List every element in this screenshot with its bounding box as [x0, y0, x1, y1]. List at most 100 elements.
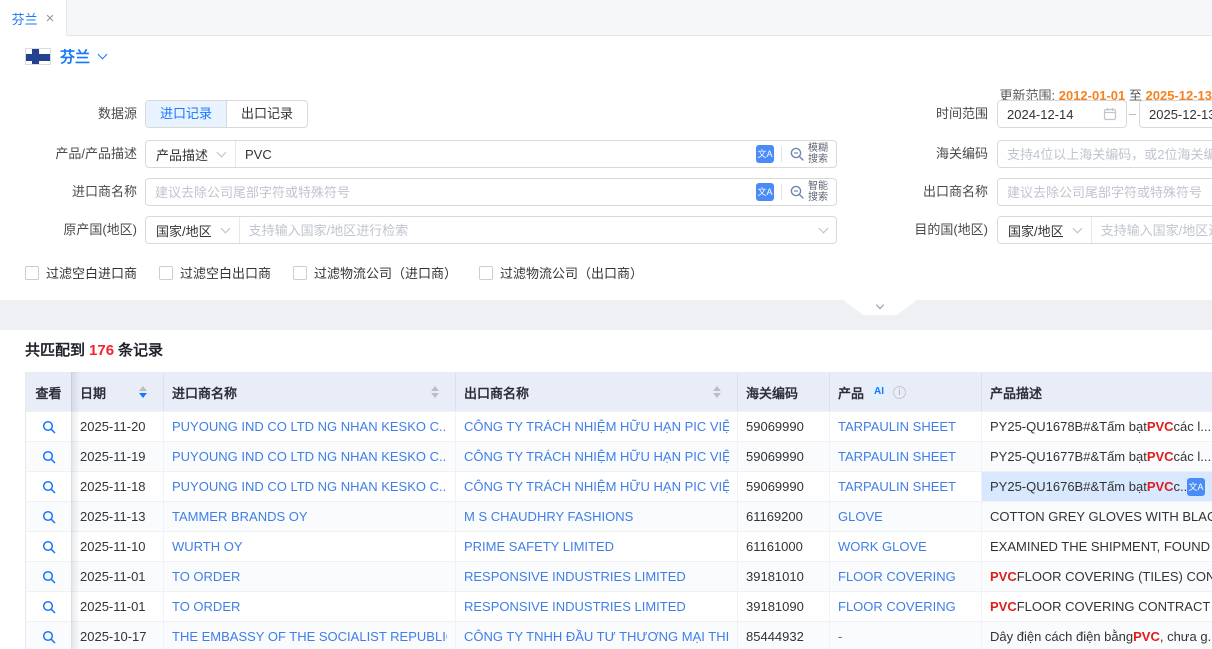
product-link[interactable]: GLOVE: [838, 509, 883, 524]
importer-link[interactable]: TAMMER BRANDS OY: [172, 509, 308, 524]
header-importer[interactable]: 进口商名称: [164, 373, 456, 411]
exporter-cell: CÔNG TY TRÁCH NHIỆM HỮU HẠN PIC VIỆ...: [456, 442, 738, 471]
exporter-link[interactable]: CÔNG TY TRÁCH NHIỆM HỮU HẠN PIC VIỆ...: [464, 479, 729, 494]
translate-icon[interactable]: 文A: [1187, 478, 1205, 496]
exporter-cell: CÔNG TY TNHH ĐẦU TƯ THƯƠNG MẠI THI...: [456, 622, 738, 649]
destination-country-input[interactable]: [1092, 217, 1212, 243]
view-detail-button[interactable]: [26, 622, 72, 649]
importer-link[interactable]: THE EMBASSY OF THE SOCIALIST REPUBLIC...: [172, 629, 447, 644]
filter-checkbox[interactable]: 过滤物流公司（进口商）: [293, 263, 457, 282]
view-detail-button[interactable]: [26, 592, 72, 621]
exporter-cell: RESPONSIVE INDUSTRIES LIMITED: [456, 562, 738, 591]
data-source-option[interactable]: 进口记录: [146, 101, 226, 127]
checkbox-box-icon[interactable]: [479, 266, 493, 280]
hs-code-cell: 59069990: [738, 442, 830, 471]
description-cell: Dây điện cách điện bằng PVC, chưa g...: [982, 622, 1212, 649]
header-date[interactable]: 日期: [72, 373, 164, 411]
date-cell: 2025-11-19: [72, 442, 164, 471]
importer-cell: TAMMER BRANDS OY: [164, 502, 456, 531]
translate-icon[interactable]: 文A: [756, 145, 774, 163]
importer-name-input[interactable]: [146, 179, 748, 205]
keyword-highlight: PVC: [990, 569, 1017, 584]
translate-icon[interactable]: 文A: [756, 183, 774, 201]
checkbox-label: 过滤空白出口商: [180, 263, 271, 282]
origin-country-label: 原产国(地区): [7, 216, 137, 244]
product-link[interactable]: FLOOR COVERING: [838, 569, 956, 584]
product-type-select[interactable]: 产品描述: [146, 141, 236, 167]
table-row: 2025-11-18PUYOUNG IND CO LTD NG NHAN KES…: [26, 471, 1212, 501]
exporter-link[interactable]: PRIME SAFETY LIMITED: [464, 539, 614, 554]
product-link[interactable]: TARPAULIN SHEET: [838, 449, 956, 464]
description-cell: EXAMINED THE SHIPMENT, FOUND ...: [982, 532, 1212, 561]
importer-link[interactable]: PUYOUNG IND CO LTD NG NHAN KESKO C...: [172, 479, 447, 494]
view-detail-button[interactable]: [26, 502, 72, 531]
description-cell: COTTON GREY GLOVES WITH BLACK...: [982, 502, 1212, 531]
fuzzy-search-button[interactable]: 模糊 搜索: [789, 144, 828, 165]
header-exporter[interactable]: 出口商名称: [456, 373, 738, 411]
data-source-option[interactable]: 出口记录: [226, 101, 307, 127]
destination-country-select[interactable]: 国家/地区: [998, 217, 1092, 243]
product-link[interactable]: FLOOR COVERING: [838, 599, 956, 614]
checkbox-box-icon[interactable]: [293, 266, 307, 280]
date-from-value: 2024-12-14: [1007, 107, 1099, 122]
sort-icons-importer[interactable]: [431, 386, 439, 398]
description-text: Dây điện cách điện bằng: [990, 629, 1133, 644]
sort-icons-date[interactable]: [139, 386, 147, 398]
importer-link[interactable]: PUYOUNG IND CO LTD NG NHAN KESKO C...: [172, 419, 447, 434]
product-link[interactable]: TARPAULIN SHEET: [838, 479, 956, 494]
origin-country-select[interactable]: 国家/地区: [146, 217, 240, 243]
magnifier-icon: [789, 184, 805, 200]
hs-code-cell: 59069990: [738, 412, 830, 441]
chevron-down-icon[interactable]: [819, 223, 829, 233]
product-cell: TARPAULIN SHEET: [830, 472, 982, 501]
importer-link[interactable]: TO ORDER: [172, 599, 240, 614]
info-icon[interactable]: i: [893, 386, 906, 399]
checkbox-box-icon[interactable]: [25, 266, 39, 280]
date-cell: 2025-11-01: [72, 562, 164, 591]
date-cell: 2025-11-13: [72, 502, 164, 531]
product-search-input[interactable]: [236, 141, 748, 167]
date-from-input[interactable]: 2024-12-14: [997, 100, 1127, 128]
product-link[interactable]: TARPAULIN SHEET: [838, 419, 956, 434]
table-row: 2025-11-10WURTH OYPRIME SAFETY LIMITED61…: [26, 531, 1212, 561]
description-text: PY25-QU1677B#&Tấm bạt: [990, 449, 1147, 464]
exporter-link[interactable]: CÔNG TY TNHH ĐẦU TƯ THƯƠNG MẠI THI...: [464, 629, 729, 644]
view-detail-button[interactable]: [26, 472, 72, 501]
checkbox-box-icon[interactable]: [159, 266, 173, 280]
date-cell: 2025-11-01: [72, 592, 164, 621]
importer-link[interactable]: PUYOUNG IND CO LTD NG NHAN KESKO C...: [172, 449, 447, 464]
date-to-input[interactable]: 2025-12-13: [1139, 100, 1212, 128]
exporter-cell: M S CHAUDHRY FASHIONS: [456, 502, 738, 531]
filter-checkbox[interactable]: 过滤空白进口商: [25, 263, 137, 282]
tab-finland[interactable]: 芬兰 ×: [0, 0, 67, 36]
importer-input-suffix: 文A 智能 搜索: [748, 182, 836, 203]
view-detail-button[interactable]: [26, 412, 72, 441]
exporter-link[interactable]: RESPONSIVE INDUSTRIES LIMITED: [464, 569, 686, 584]
date-cell: 2025-10-17: [72, 622, 164, 649]
product-link[interactable]: WORK GLOVE: [838, 539, 927, 554]
description-cell: PY25-QU1678B#&Tấm bạt PVC các l...: [982, 412, 1212, 441]
filter-checkbox[interactable]: 过滤空白出口商: [159, 263, 271, 282]
product-cell: FLOOR COVERING: [830, 592, 982, 621]
exporter-link[interactable]: M S CHAUDHRY FASHIONS: [464, 509, 633, 524]
chevron-down-icon[interactable]: [98, 50, 108, 60]
date-cell: 2025-11-20: [72, 412, 164, 441]
filter-checkbox[interactable]: 过滤物流公司（出口商）: [479, 263, 643, 282]
exporter-link[interactable]: CÔNG TY TRÁCH NHIỆM HỮU HẠN PIC VIỆ...: [464, 449, 729, 464]
view-detail-button[interactable]: [26, 442, 72, 471]
tab-close-icon[interactable]: ×: [46, 11, 55, 26]
exporter-link[interactable]: CÔNG TY TRÁCH NHIỆM HỮU HẠN PIC VIỆ...: [464, 419, 729, 434]
country-header[interactable]: 芬兰: [25, 46, 106, 67]
smart-search-button[interactable]: 智能 搜索: [789, 182, 828, 203]
results-count-title: 共匹配到176条记录: [25, 339, 163, 360]
view-detail-button[interactable]: [26, 562, 72, 591]
view-detail-button[interactable]: [26, 532, 72, 561]
importer-link[interactable]: TO ORDER: [172, 569, 240, 584]
importer-link[interactable]: WURTH OY: [172, 539, 243, 554]
origin-country-input[interactable]: [240, 217, 820, 243]
sort-icons-exporter[interactable]: [713, 386, 721, 398]
importer-input-group: 文A 智能 搜索: [145, 178, 837, 206]
exporter-link[interactable]: RESPONSIVE INDUSTRIES LIMITED: [464, 599, 686, 614]
hs-code-input[interactable]: [997, 140, 1212, 168]
exporter-name-input[interactable]: [997, 178, 1212, 206]
